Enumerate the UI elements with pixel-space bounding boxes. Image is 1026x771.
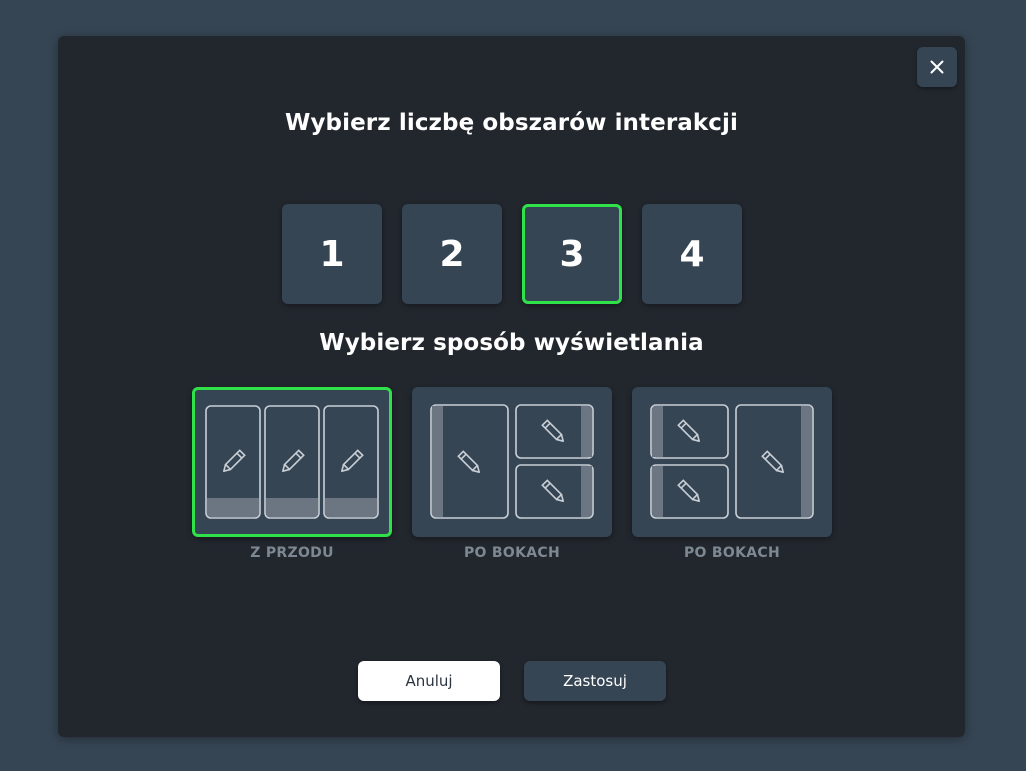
close-icon bbox=[930, 60, 944, 74]
mode-option-sides-right: PO BOKACH bbox=[632, 387, 832, 561]
mode-option-front: Z PRZODU bbox=[192, 387, 392, 561]
mode-options: Z PRZODU PO BOKACH PO BOKACH bbox=[192, 387, 832, 561]
mode-option-sides-left: PO BOKACH bbox=[412, 387, 612, 561]
front-layout-icon bbox=[205, 405, 379, 519]
sides-left-layout-icon bbox=[430, 404, 594, 519]
mode-label-sides-right: PO BOKACH bbox=[684, 545, 780, 561]
apply-button[interactable]: Zastosuj bbox=[524, 661, 666, 701]
sides-right-layout-icon bbox=[650, 404, 814, 519]
count-option-3[interactable]: 3 bbox=[522, 204, 622, 304]
mode-card-sides-right[interactable] bbox=[632, 387, 832, 537]
mode-label-front: Z PRZODU bbox=[250, 545, 334, 561]
count-option-1[interactable]: 1 bbox=[282, 204, 382, 304]
dialog-title-count: Wybierz liczbę obszarów interakcji bbox=[285, 110, 738, 136]
mode-card-sides-left[interactable] bbox=[412, 387, 612, 537]
close-button[interactable] bbox=[917, 47, 957, 87]
count-option-2[interactable]: 2 bbox=[402, 204, 502, 304]
count-option-4[interactable]: 4 bbox=[642, 204, 742, 304]
cancel-button[interactable]: Anuluj bbox=[358, 661, 500, 701]
dialog: Wybierz liczbę obszarów interakcji 1 2 3… bbox=[58, 36, 965, 737]
dialog-title-mode: Wybierz sposób wyświetlania bbox=[319, 330, 704, 356]
count-options: 1 2 3 4 bbox=[282, 204, 742, 304]
mode-card-front[interactable] bbox=[192, 387, 392, 537]
mode-label-sides-left: PO BOKACH bbox=[464, 545, 560, 561]
